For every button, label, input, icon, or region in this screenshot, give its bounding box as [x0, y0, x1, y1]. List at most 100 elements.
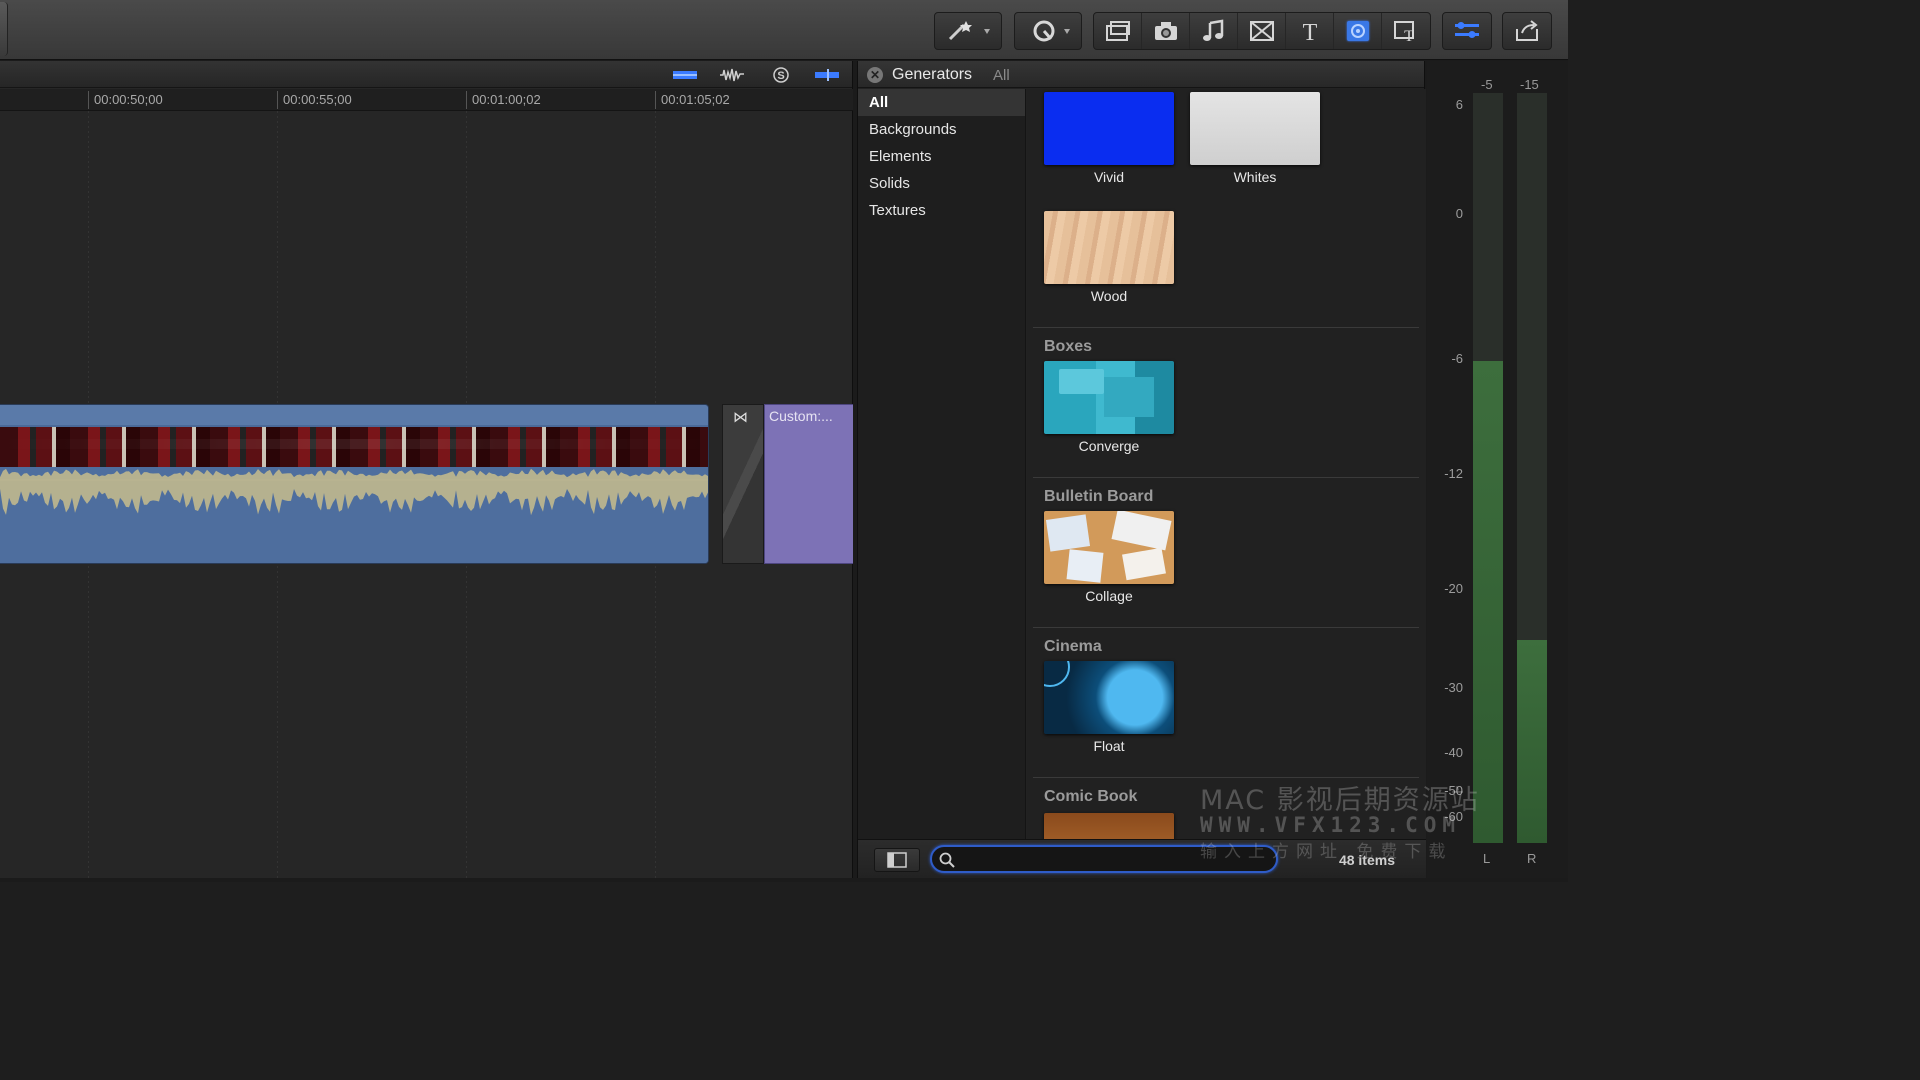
browser-toggle-group: T T — [1093, 12, 1431, 50]
inspector-sliders-icon — [1455, 22, 1479, 38]
category-textures[interactable]: Textures — [858, 197, 1025, 224]
generator-thumbnail — [1190, 92, 1320, 165]
final-cut-window: T T S 00:00:50;00 00:00:55;00 00:01:00;0… — [0, 0, 1568, 882]
category-list: All Backgrounds Elements Solids Textures — [858, 89, 1026, 839]
generator-item-collage[interactable]: Collage — [1044, 511, 1174, 604]
meter-scale-label: 6 — [1455, 97, 1463, 112]
generators-browser-button[interactable] — [1334, 13, 1382, 49]
section-header: Cinema — [1033, 627, 1419, 656]
music-note-icon — [1202, 19, 1223, 41]
magic-wand-icon — [948, 21, 990, 41]
generator-item-float[interactable]: Float — [1044, 661, 1174, 754]
generator-item-converge[interactable]: Converge — [1044, 361, 1174, 454]
meter-scale-label: -60 — [1444, 809, 1463, 824]
generator-label: Float — [1093, 738, 1125, 754]
photos-browser-button[interactable] — [1142, 13, 1190, 49]
generator-thumbnail — [1044, 813, 1174, 839]
transitions-browser-button[interactable] — [1238, 13, 1286, 49]
toolbar: T T — [0, 0, 1568, 60]
search-input[interactable] — [960, 850, 1260, 868]
retime-button[interactable] — [1014, 12, 1082, 50]
solo-icon[interactable]: S — [767, 67, 795, 83]
generator-gallery: Vivid Whites Wood Boxes Converge Bulleti… — [1027, 89, 1426, 839]
share-button[interactable] — [1502, 12, 1552, 50]
meter-right-channel — [1517, 93, 1547, 843]
ruler-tick: 00:01:05;02 — [655, 91, 730, 109]
music-browser-button[interactable] — [1190, 13, 1238, 49]
timecode-ruler[interactable]: 00:00:50;00 00:00:55;00 00:01:00;02 00:0… — [0, 89, 853, 111]
generator-label: Collage — [1085, 588, 1133, 604]
titles-browser-button[interactable]: T — [1286, 13, 1334, 49]
generator-item-vivid[interactable]: Vivid — [1044, 92, 1174, 185]
generator-thumbnail — [1044, 661, 1174, 734]
generator-thumbnail — [1044, 361, 1174, 434]
generators-icon — [1346, 21, 1369, 41]
section-header: Boxes — [1033, 327, 1419, 356]
meter-right-level — [1517, 640, 1547, 843]
timeline-header: S — [0, 61, 852, 88]
generator-thumbnail — [1044, 211, 1174, 284]
skimming-icon[interactable] — [813, 67, 841, 83]
text-t-icon: T — [1302, 20, 1317, 43]
category-solids[interactable]: Solids — [858, 170, 1025, 197]
meter-scale-label: 0 — [1455, 206, 1463, 221]
share-icon — [1516, 20, 1538, 41]
meter-scale-label: -6 — [1451, 351, 1463, 366]
meter-scale-label: -20 — [1444, 581, 1463, 596]
meter-left-level — [1473, 360, 1503, 843]
category-backgrounds[interactable]: Backgrounds — [858, 116, 1025, 143]
video-clip[interactable] — [0, 404, 709, 564]
meter-scale-label: -12 — [1444, 466, 1463, 481]
inspector-button[interactable] — [1442, 12, 1492, 50]
generator-label: Vivid — [1093, 169, 1125, 185]
browser-filter[interactable]: All — [993, 67, 1010, 84]
search-icon — [939, 852, 955, 868]
clip-filmstrip — [0, 427, 708, 467]
channel-label-left: L — [1483, 851, 1491, 866]
section-header: Comic Book — [1033, 777, 1419, 806]
ruler-tick: 00:00:55;00 — [277, 91, 352, 109]
svg-text:T: T — [1302, 20, 1317, 43]
svg-text:T: T — [1404, 28, 1414, 43]
ruler-tick: 00:01:00;02 — [466, 91, 541, 109]
category-elements[interactable]: Elements — [858, 143, 1025, 170]
sidebar-toggle-button[interactable] — [874, 848, 920, 872]
item-count: 48 items — [1338, 852, 1395, 868]
audio-meters: -5 -15 6 0 -6 -12 -20 -30 -40 -50 -60 L … — [1427, 61, 1568, 878]
generator-item-wood[interactable]: Wood — [1044, 211, 1174, 304]
meter-scale-label: -30 — [1444, 680, 1463, 695]
meter-left-channel — [1473, 93, 1503, 843]
enhancements-button[interactable] — [934, 12, 1002, 50]
category-all[interactable]: All — [858, 89, 1025, 116]
generators-browser: ✕ Generators All All Backgrounds Element… — [857, 61, 1426, 878]
clip-appearance-icon[interactable] — [671, 67, 699, 83]
section-header: Bulletin Board — [1033, 477, 1419, 506]
meter-peak-label: -15 — [1520, 77, 1539, 92]
generator-item-whites[interactable]: Whites — [1190, 92, 1320, 185]
themes-icon: T — [1394, 21, 1414, 43]
title-clip-label: Custom:... — [769, 408, 833, 424]
generator-label: Wood — [1090, 288, 1128, 304]
toolbar-left-edge — [0, 2, 8, 56]
browser-title: Generators — [892, 66, 973, 83]
cross-dissolve-transition[interactable]: ⋈ — [722, 404, 764, 564]
search-field[interactable] — [930, 845, 1278, 873]
close-icon[interactable]: ✕ — [867, 67, 883, 83]
title-clip[interactable]: Custom:... — [764, 404, 853, 564]
browser-footer: 48 items — [858, 839, 1426, 878]
generator-item-comic-book[interactable] — [1044, 813, 1174, 839]
ruler-tick: 00:00:50;00 — [88, 91, 163, 109]
timeline-panel[interactable]: S 00:00:50;00 00:00:55;00 00:01:00;02 00… — [0, 61, 853, 878]
meter-scale-label: -50 — [1444, 783, 1463, 798]
generator-label: Whites — [1233, 169, 1277, 185]
retime-dial-icon — [1033, 20, 1070, 42]
audio-waveform-icon[interactable] — [718, 67, 746, 83]
clip-audio-waveform — [0, 467, 708, 563]
browser-header: ✕ Generators All — [858, 61, 1424, 88]
meter-peak-label: -5 — [1481, 77, 1493, 92]
meter-scale-label: -40 — [1444, 745, 1463, 760]
generator-label: Converge — [1078, 438, 1140, 454]
clip-title-bar — [0, 405, 708, 425]
media-browser-button[interactable] — [1094, 13, 1142, 49]
themes-browser-button[interactable]: T — [1382, 13, 1430, 49]
